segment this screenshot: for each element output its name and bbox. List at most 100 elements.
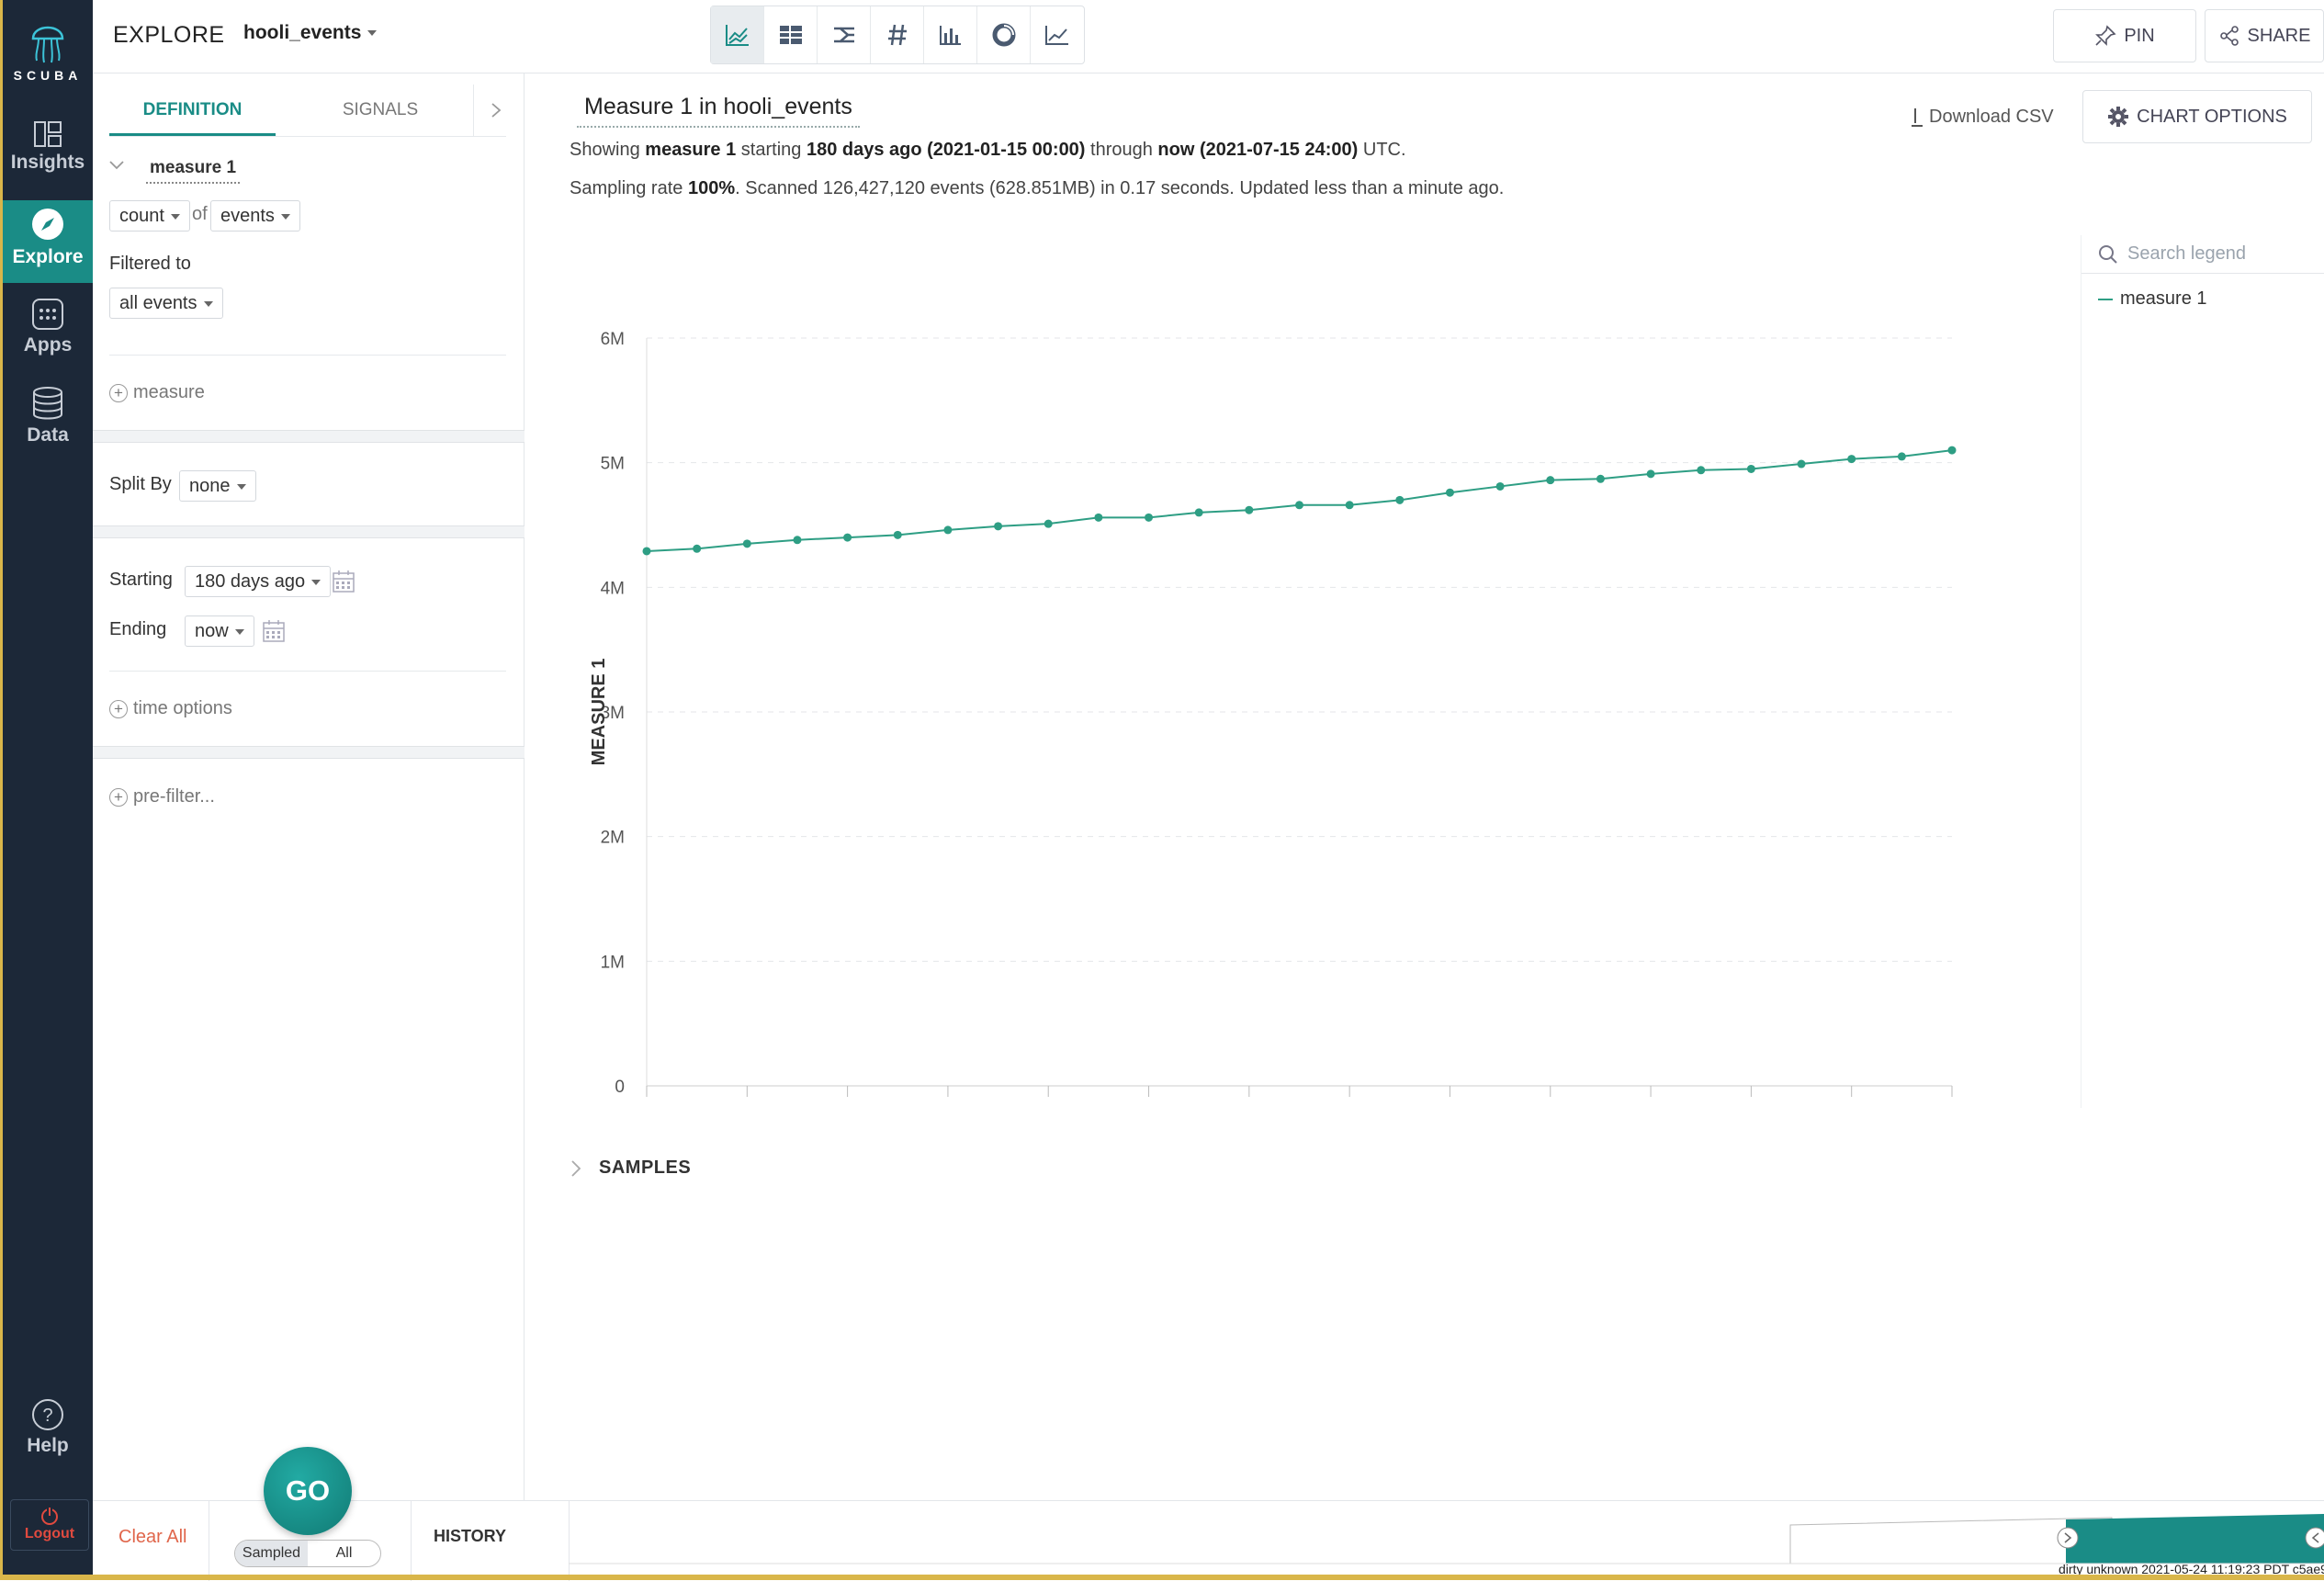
viz-table-button[interactable] — [764, 6, 818, 63]
pin-icon — [2095, 25, 2116, 46]
data-point — [693, 544, 702, 553]
pie-icon — [992, 23, 1015, 47]
chevron-down-icon — [170, 213, 180, 220]
filter-select[interactable]: all events — [109, 288, 223, 319]
sampling-summary: Sampling rate 100%. Scanned 126,427,120 … — [570, 178, 1504, 199]
filter-value: all events — [119, 293, 197, 313]
clear-all-button[interactable]: Clear All — [118, 1527, 186, 1548]
logo-text: SCUBA — [13, 68, 83, 83]
target-value: events — [220, 206, 275, 226]
viz-flow-button[interactable] — [818, 6, 871, 63]
collapse-panel-button[interactable] — [473, 85, 513, 136]
query-panel: DEFINITION SIGNALS measure 1 count of ev… — [93, 73, 525, 1507]
plus-icon: + — [109, 699, 128, 718]
data-point — [1445, 488, 1454, 497]
chevron-down-icon — [234, 628, 244, 635]
section-title: EXPLORE — [113, 22, 225, 48]
time-options-button[interactable]: + time options — [109, 698, 232, 719]
insights-icon — [34, 121, 62, 147]
chevron-down-icon[interactable] — [108, 160, 125, 171]
chevron-down-icon — [236, 483, 246, 490]
help-icon: ? — [32, 1399, 63, 1430]
y-tick-label: 4M — [601, 579, 625, 598]
nav-label-explore: Explore — [12, 246, 84, 267]
split-by-label: Split By — [109, 474, 172, 494]
range-handle-left[interactable] — [2057, 1527, 2079, 1549]
add-measure-button[interactable]: + measure — [109, 382, 205, 403]
nav-item-data[interactable]: Data — [3, 380, 93, 463]
ending-select[interactable]: now — [185, 615, 254, 647]
calendar-icon[interactable] — [262, 619, 286, 643]
nav-label-insights: Insights — [10, 152, 85, 173]
samples-label: SAMPLES — [599, 1158, 692, 1178]
history-button[interactable]: HISTORY — [434, 1527, 506, 1546]
starting-select[interactable]: 180 days ago — [185, 566, 332, 597]
prefilter-button[interactable]: + pre-filter... — [109, 786, 215, 807]
data-point — [1345, 501, 1354, 510]
series-line — [646, 449, 1953, 552]
tab-signals[interactable]: SIGNALS — [321, 85, 440, 136]
aggregation-select[interactable]: count — [109, 200, 190, 232]
nav-label-help: Help — [27, 1435, 69, 1456]
y-tick-label: 0 — [615, 1078, 625, 1097]
summary-start: 180 days ago (2021-01-15 00:00) — [806, 140, 1086, 160]
data-point — [843, 533, 852, 542]
chevron-down-icon — [280, 213, 290, 220]
y-tick-label: 5M — [601, 455, 625, 474]
chevron-down-icon — [311, 579, 322, 585]
sampled-option[interactable]: Sampled — [235, 1541, 308, 1566]
y-tick-label: 1M — [601, 953, 625, 972]
logout-button[interactable]: Logout — [10, 1499, 89, 1551]
measure-name[interactable]: measure 1 — [146, 158, 241, 184]
summary-text: UTC. — [1358, 140, 1406, 160]
nav-item-apps[interactable]: Apps — [3, 292, 93, 375]
logout-label: Logout — [24, 1526, 75, 1541]
data-point — [1697, 466, 1706, 475]
go-button[interactable]: GO — [264, 1447, 352, 1535]
scuba-logo[interactable]: SCUBA — [3, 17, 93, 83]
data-point — [1847, 455, 1856, 464]
legend-swatch — [2098, 298, 2113, 300]
range-handle-right[interactable] — [2305, 1527, 2324, 1549]
apps-icon — [32, 299, 63, 330]
target-select[interactable]: events — [210, 200, 300, 232]
viz-bar-button[interactable] — [924, 6, 977, 63]
viz-number-button[interactable] — [871, 6, 924, 63]
pin-button[interactable]: PIN — [2053, 9, 2196, 62]
samples-section-toggle[interactable]: SAMPLES — [570, 1158, 691, 1179]
tab-definition[interactable]: DEFINITION — [109, 85, 276, 136]
share-icon — [2219, 26, 2239, 46]
legend-search-input[interactable]: Search legend — [2081, 235, 2324, 274]
share-button[interactable]: SHARE — [2205, 9, 2324, 62]
data-point — [1295, 501, 1303, 510]
nav-item-explore[interactable]: Explore — [3, 200, 93, 283]
sampled-toggle[interactable]: Sampled All — [234, 1540, 381, 1567]
chart-options-button[interactable]: CHART OPTIONS — [2082, 90, 2312, 143]
data-point — [793, 536, 802, 545]
pin-label: PIN — [2124, 25, 2155, 46]
nav-item-insights[interactable]: Insights — [3, 115, 93, 198]
line-icon — [1045, 26, 1068, 45]
starting-value: 180 days ago — [195, 571, 306, 592]
viz-line-button[interactable] — [1031, 6, 1084, 63]
bottom-border-strip — [0, 1575, 2324, 1580]
bottom-bar: Clear All GO Sampled All HISTORY dirty u… — [93, 1447, 2324, 1581]
y-tick-label: 2M — [601, 829, 625, 848]
calendar-icon[interactable] — [332, 570, 355, 593]
data-point — [893, 530, 902, 539]
add-measure-label: measure — [133, 382, 205, 402]
summary-text: through — [1085, 140, 1158, 160]
dataset-select[interactable]: hooli_events — [243, 22, 378, 44]
summary-measure: measure 1 — [645, 140, 737, 160]
power-icon — [41, 1507, 58, 1525]
legend-item[interactable]: measure 1 — [2098, 288, 2207, 310]
chevron-down-icon — [367, 30, 378, 37]
chevron-right-icon — [571, 1160, 581, 1177]
split-by-select[interactable]: none — [179, 470, 256, 502]
download-csv-button[interactable]: Download CSV — [1911, 107, 2054, 128]
viz-pie-button[interactable] — [977, 6, 1031, 63]
all-option[interactable]: All — [308, 1541, 380, 1566]
nav-item-help[interactable]: ? Help — [3, 1393, 93, 1475]
query-title[interactable]: Measure 1 in hooli_events — [577, 94, 860, 128]
viz-time-series-button[interactable] — [711, 6, 764, 63]
